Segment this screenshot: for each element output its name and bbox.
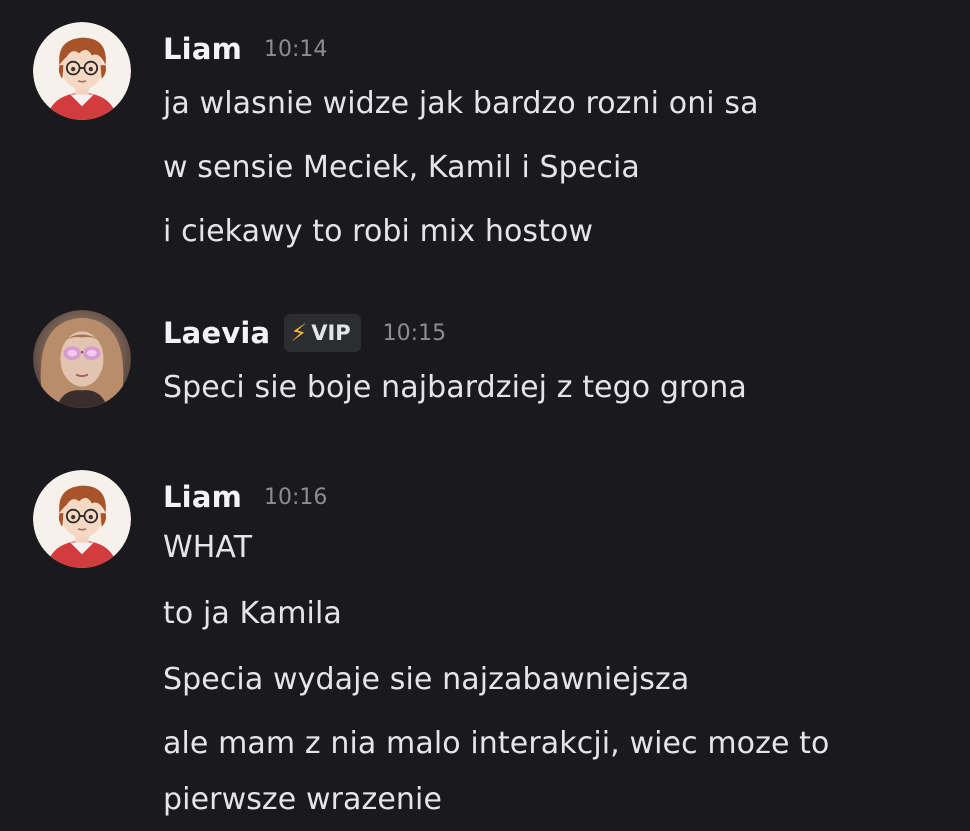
avatar[interactable] xyxy=(33,22,131,120)
message-line[interactable]: WHAT xyxy=(163,530,252,565)
badge-label: VIP xyxy=(311,321,351,345)
timestamp[interactable]: 10:15 xyxy=(383,321,446,346)
message-line[interactable]: ale mam z nia malo interakcji, wiec moze… xyxy=(163,726,829,761)
message-line[interactable]: pierwsze wrazenie xyxy=(163,782,442,817)
lightning-icon: ⚡ xyxy=(290,319,308,347)
message-header: Liam 10:14 xyxy=(163,32,327,66)
timestamp[interactable]: 10:16 xyxy=(264,485,327,510)
message-line[interactable]: to ja Kamila xyxy=(163,596,342,631)
chat-message-list: Liam 10:14 ja wlasnie widze jak bardzo r… xyxy=(0,0,970,831)
message-line[interactable]: Speci sie boje najbardziej z tego grona xyxy=(163,370,747,405)
message-line[interactable]: ja wlasnie widze jak bardzo rozni oni sa xyxy=(163,86,759,121)
username[interactable]: Liam xyxy=(163,32,242,66)
message-line[interactable]: i ciekawy to robi mix hostow xyxy=(163,214,593,249)
timestamp[interactable]: 10:14 xyxy=(264,37,327,62)
girl-sunglasses-icon xyxy=(33,310,131,408)
avatar[interactable] xyxy=(33,470,131,568)
message-header: Liam 10:16 xyxy=(163,480,327,514)
message-line[interactable]: w sensie Meciek, Kamil i Specia xyxy=(163,150,640,185)
anime-boy-glasses-icon xyxy=(33,470,131,568)
vip-badge[interactable]: ⚡ VIP xyxy=(284,314,361,352)
username[interactable]: Liam xyxy=(163,480,242,514)
avatar[interactable] xyxy=(33,310,131,408)
username[interactable]: Laevia xyxy=(163,316,270,350)
message-line[interactable]: Specia wydaje sie najzabawniejsza xyxy=(163,662,689,697)
anime-boy-glasses-icon xyxy=(33,22,131,120)
message-header: Laevia ⚡ VIP 10:15 xyxy=(163,314,446,352)
